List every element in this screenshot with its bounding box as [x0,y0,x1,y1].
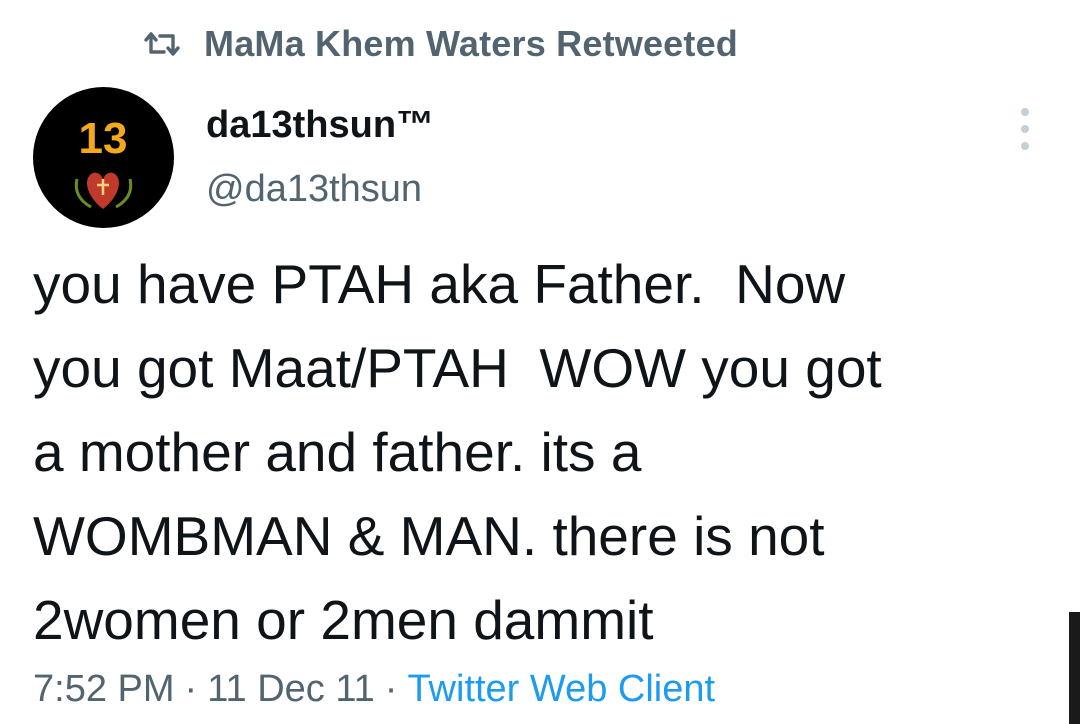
client-link[interactable]: Twitter Web Client [407,668,715,710]
retweet-label[interactable]: MaMa Khem Waters Retweeted [204,23,738,65]
avatar[interactable]: 13 [33,87,174,228]
retweet-context[interactable]: MaMa Khem Waters Retweeted [144,22,738,66]
retweet-icon [144,30,180,58]
tweet-metadata: 7:52 PM · 11 Dec 11 · Twitter Web Client [33,668,715,711]
meta-separator: · [184,668,198,710]
author-display-name[interactable]: da13thsun™ [206,104,434,147]
author-handle[interactable]: @da13thsun [206,168,422,211]
tweet-line: you have PTAH aka Father. Now [33,253,846,315]
more-options-button[interactable] [1010,108,1040,150]
scrollbar-thumb[interactable] [1069,612,1080,724]
more-dot-icon [1021,142,1029,150]
tweet-line: a mother and father. its a [33,421,642,483]
meta-separator: · [384,668,398,710]
tweet-line: you got Maat/PTAH WOW you got [33,337,882,399]
avatar-number: 13 [79,114,128,163]
tweet-line: 2women or 2men dammit [33,589,654,651]
tweet-time[interactable]: 7:52 PM [33,668,175,710]
tweet-text: you have PTAH aka Father. Now you got Ma… [33,242,1063,662]
tweet-line: WOMBMAN & MAN. there is not [33,505,825,567]
tweet-date[interactable]: 11 Dec 11 [207,668,375,710]
more-dot-icon [1021,108,1029,116]
more-dot-icon [1021,125,1029,133]
